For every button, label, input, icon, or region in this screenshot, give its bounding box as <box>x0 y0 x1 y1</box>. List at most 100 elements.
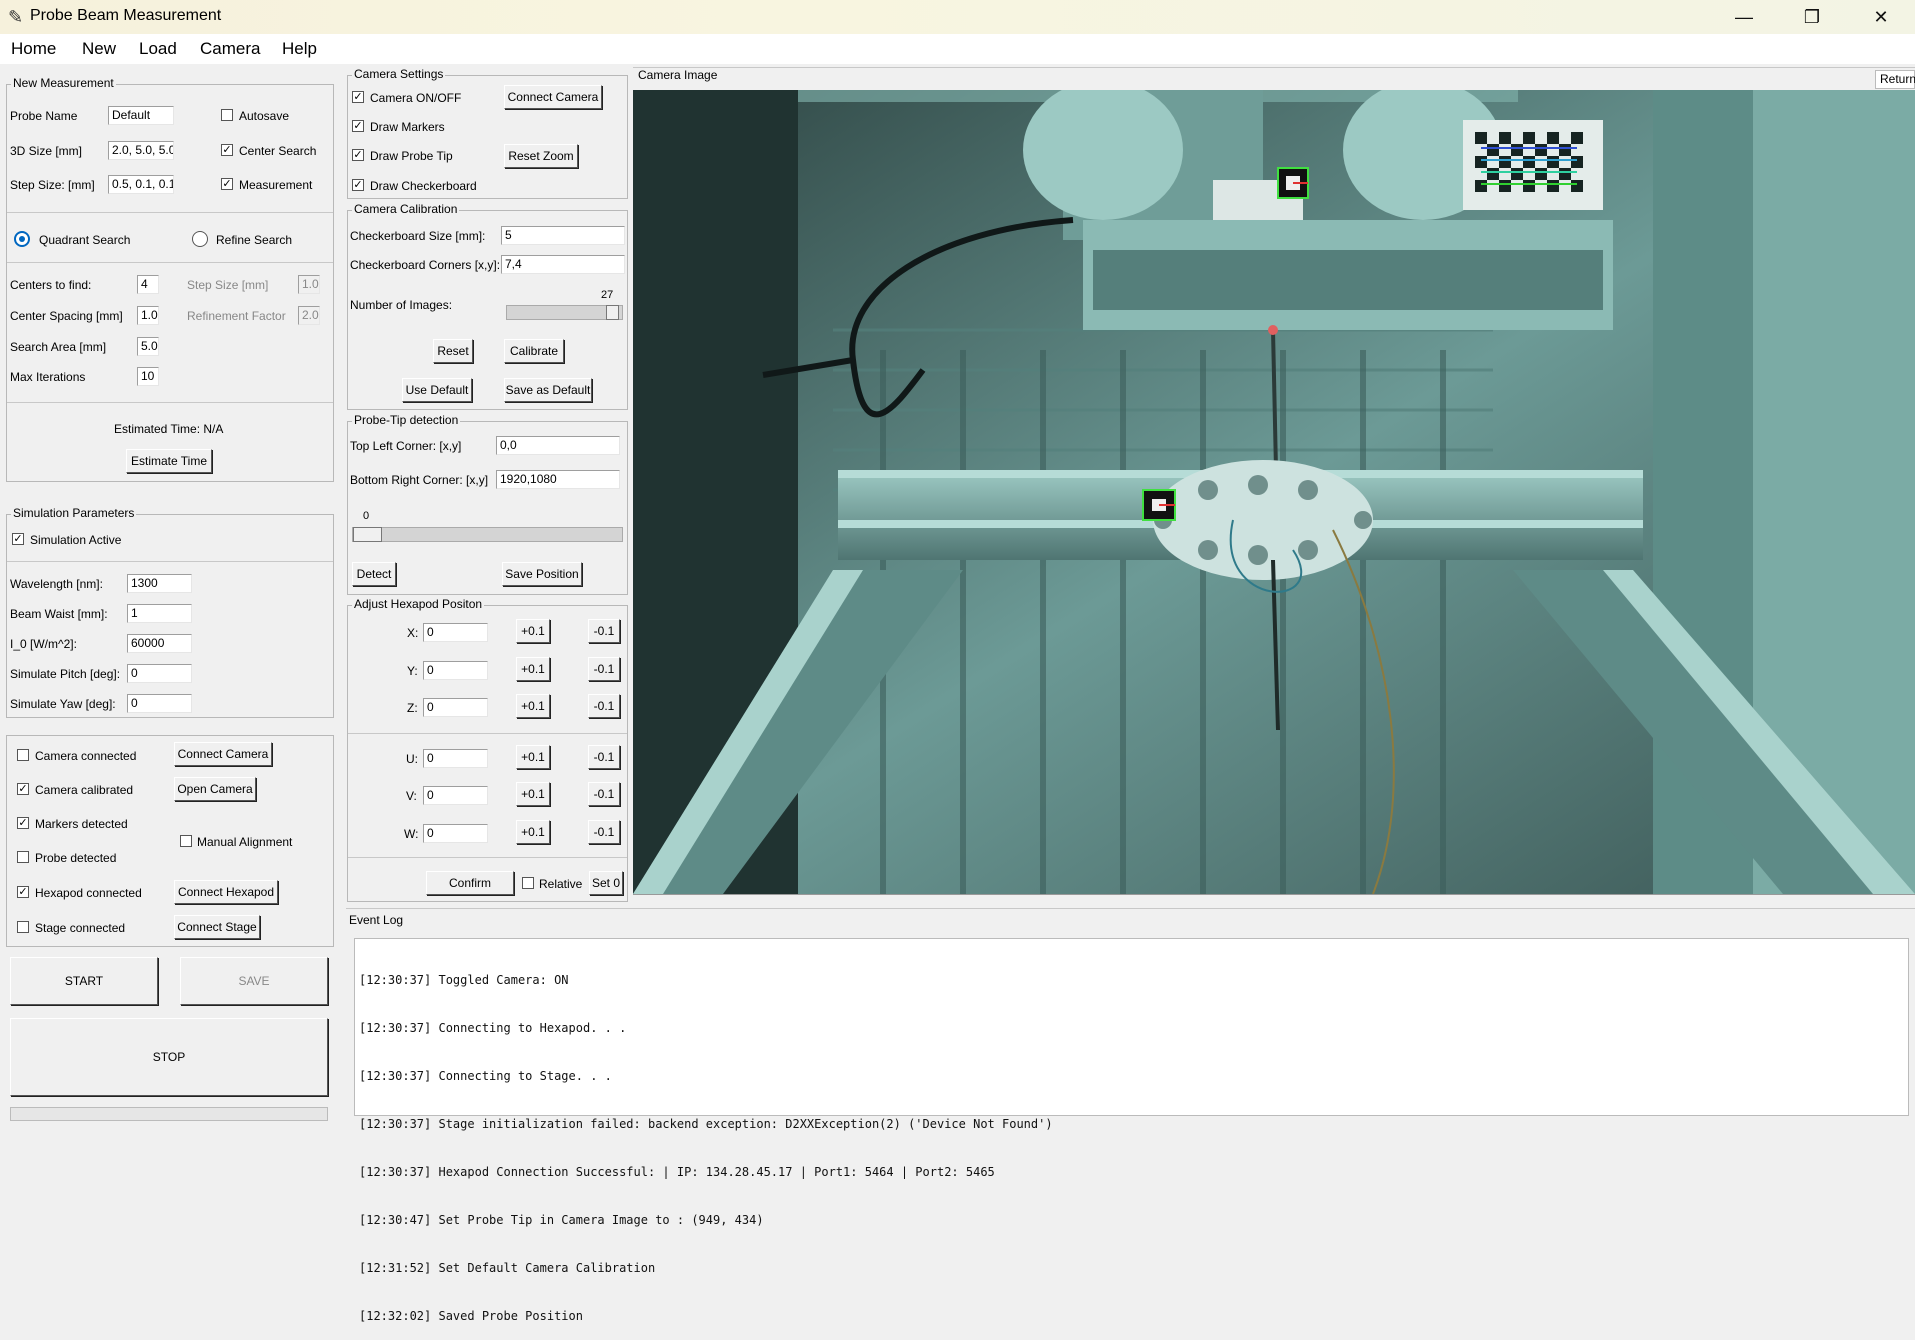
log-line: [12:30:37] Stage initialization failed: … <box>359 1117 1053 1131</box>
draw-checkerboard-checkbox[interactable]: ✓ <box>352 179 364 191</box>
reset-zoom-button[interactable]: Reset Zoom <box>504 144 578 168</box>
size-3d-input[interactable]: 2.0, 5.0, 5.0 <box>108 141 174 160</box>
slider-thumb[interactable] <box>605 305 619 320</box>
save-position-button[interactable]: Save Position <box>502 562 582 586</box>
u-plus-button[interactable]: +0.1 <box>516 745 550 769</box>
autosave-label: Autosave <box>239 109 290 123</box>
close-button[interactable]: ✕ <box>1847 0 1915 34</box>
centers-input[interactable]: 4 <box>137 275 159 294</box>
event-log-text[interactable]: [12:30:37] Toggled Camera: ON [12:30:37]… <box>354 938 1909 1323</box>
divider <box>346 908 1915 909</box>
refine-search-radio[interactable] <box>192 231 208 247</box>
markers-detected-checkbox[interactable]: ✓ <box>17 817 29 829</box>
probe-name-input[interactable]: Default <box>108 106 174 125</box>
max-iterations-input[interactable]: 10 <box>137 367 159 386</box>
manual-alignment-checkbox[interactable] <box>180 835 192 847</box>
wavelength-input[interactable]: 1300 <box>127 574 192 593</box>
camera-connected-checkbox[interactable] <box>17 749 29 761</box>
x-minus-button[interactable]: -0.1 <box>588 619 620 643</box>
hexapod-connected-checkbox[interactable]: ✓ <box>17 886 29 898</box>
autosave-checkbox[interactable] <box>221 109 233 121</box>
camera-image[interactable] <box>633 90 1915 894</box>
open-camera-button[interactable]: Open Camera <box>174 777 256 801</box>
minimize-button[interactable]: — <box>1710 0 1778 34</box>
reset-button[interactable]: Reset <box>433 339 473 363</box>
refine-step-input[interactable]: 1.0 <box>298 275 320 294</box>
refinement-factor-label: Refinement Factor <box>187 309 286 323</box>
set-zero-button[interactable]: Set 0 <box>589 871 623 895</box>
menu-camera[interactable]: Camera <box>200 39 260 59</box>
draw-probe-tip-checkbox[interactable]: ✓ <box>352 149 364 161</box>
menu-help[interactable]: Help <box>282 39 317 59</box>
w-input[interactable]: 0 <box>423 824 488 843</box>
connect-stage-button[interactable]: Connect Stage <box>174 915 260 939</box>
title-bar: ✎ Probe Beam Measurement — ❐ ✕ <box>0 0 1915 34</box>
number-of-images-slider[interactable] <box>506 305 623 320</box>
save-button[interactable]: SAVE <box>180 957 328 1005</box>
confirm-button[interactable]: Confirm <box>426 871 514 895</box>
detect-button[interactable]: Detect <box>352 562 396 586</box>
y-minus-button[interactable]: -0.1 <box>588 657 620 681</box>
u-minus-button[interactable]: -0.1 <box>588 745 620 769</box>
divider <box>7 561 333 562</box>
x-plus-button[interactable]: +0.1 <box>516 619 550 643</box>
measurement-checkbox[interactable]: ✓ <box>221 178 233 190</box>
bottom-right-corner-input[interactable]: 1920,1080 <box>496 470 620 489</box>
v-input[interactable]: 0 <box>423 786 488 805</box>
checkerboard-corners-input[interactable]: 7,4 <box>501 255 625 274</box>
u-input[interactable]: 0 <box>423 749 488 768</box>
spacing-label: Center Spacing [mm] <box>10 309 123 323</box>
connect-hexapod-button[interactable]: Connect Hexapod <box>174 880 278 904</box>
feather-icon: ✎ <box>8 7 24 27</box>
v-minus-button[interactable]: -0.1 <box>588 782 620 806</box>
simulation-active-checkbox[interactable]: ✓ <box>12 533 24 545</box>
quadrant-search-radio[interactable] <box>14 231 30 247</box>
measurement-label: Measurement <box>239 178 313 192</box>
step-size-input[interactable]: 0.5, 0.1, 0.1 <box>108 175 174 194</box>
y-plus-button[interactable]: +0.1 <box>516 657 550 681</box>
slider-thumb[interactable] <box>353 527 382 542</box>
calibrate-button[interactable]: Calibrate <box>504 339 564 363</box>
z-plus-button[interactable]: +0.1 <box>516 694 550 718</box>
relative-checkbox[interactable] <box>522 877 534 889</box>
v-plus-button[interactable]: +0.1 <box>516 782 550 806</box>
menu-new[interactable]: New <box>82 39 116 59</box>
use-default-button[interactable]: Use Default <box>402 378 472 402</box>
search-area-input[interactable]: 5.0 <box>137 337 159 356</box>
camera-calibrated-checkbox[interactable]: ✓ <box>17 783 29 795</box>
maximize-button[interactable]: ❐ <box>1778 0 1846 34</box>
y-input[interactable]: 0 <box>423 661 488 680</box>
estimate-time-button[interactable]: Estimate Time <box>126 449 212 473</box>
centers-label: Centers to find: <box>10 278 92 292</box>
checkerboard-size-input[interactable]: 5 <box>501 226 625 245</box>
refinement-factor-input[interactable]: 2.0 <box>298 306 320 325</box>
connect-camera-settings-button[interactable]: Connect Camera <box>504 85 602 109</box>
beam-waist-input[interactable]: 1 <box>127 604 192 623</box>
z-input[interactable]: 0 <box>423 698 488 717</box>
spacing-input[interactable]: 1.0 <box>137 306 159 325</box>
z-minus-button[interactable]: -0.1 <box>588 694 620 718</box>
menu-home[interactable]: Home <box>11 39 56 59</box>
probe-detected-checkbox[interactable] <box>17 851 29 863</box>
return-button[interactable]: Return <box>1875 70 1915 89</box>
camera-on-off-checkbox[interactable]: ✓ <box>352 91 364 103</box>
start-button[interactable]: START <box>10 957 158 1005</box>
draw-markers-checkbox[interactable]: ✓ <box>352 120 364 132</box>
top-left-corner-input[interactable]: 0,0 <box>496 436 620 455</box>
i0-input[interactable]: 60000 <box>127 634 192 653</box>
simulate-pitch-input[interactable]: 0 <box>127 664 192 683</box>
x-input[interactable]: 0 <box>423 623 488 642</box>
w-minus-button[interactable]: -0.1 <box>588 820 620 844</box>
simulate-yaw-input[interactable]: 0 <box>127 694 192 713</box>
save-as-default-button[interactable]: Save as Default <box>504 378 592 402</box>
stage-connected-checkbox[interactable] <box>17 921 29 933</box>
connect-camera-button[interactable]: Connect Camera <box>174 742 272 766</box>
menu-bar: Home New Load Camera Help <box>0 34 1915 64</box>
camera-on-off-label: Camera ON/OFF <box>370 91 462 105</box>
probe-tip-title: Probe-Tip detection <box>352 413 461 427</box>
stop-button[interactable]: STOP <box>10 1018 328 1096</box>
probe-tip-slider[interactable] <box>352 527 623 542</box>
menu-load[interactable]: Load <box>139 39 177 59</box>
center-search-checkbox[interactable]: ✓ <box>221 144 233 156</box>
w-plus-button[interactable]: +0.1 <box>516 820 550 844</box>
